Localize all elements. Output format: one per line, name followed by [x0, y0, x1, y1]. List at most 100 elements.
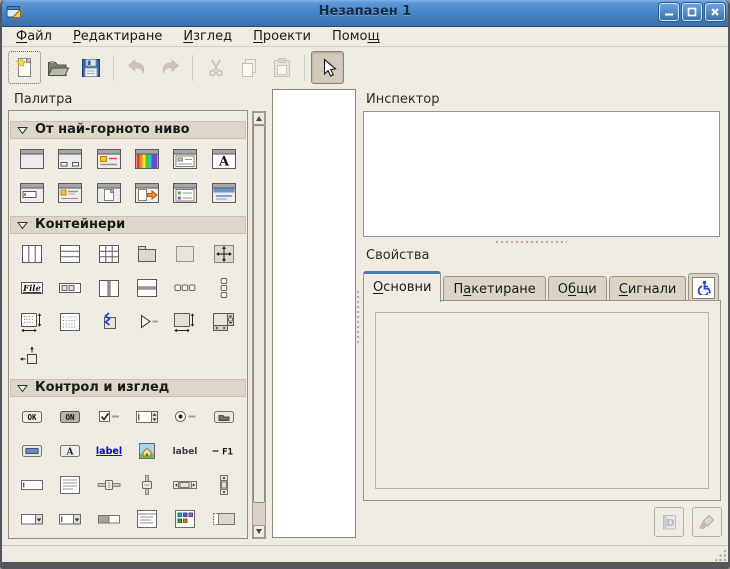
palette-item-icon-view[interactable]	[166, 506, 204, 532]
palette-item-vbox[interactable]	[51, 241, 89, 267]
palette-item-menubar[interactable]: File	[13, 275, 51, 301]
palette-section-header-0[interactable]: От най-горното ниво	[10, 121, 246, 139]
palette-item-aspect-frame[interactable]	[166, 309, 204, 335]
color-selection-dialog-icon	[134, 148, 160, 170]
palette-item-radio-button[interactable]	[166, 404, 204, 430]
palette-item-hbuttonbox[interactable]	[166, 275, 204, 301]
close-button[interactable]	[705, 3, 725, 21]
palette-item-button[interactable]: OK	[13, 404, 51, 430]
palette-item-toolbar[interactable]	[51, 275, 89, 301]
palette-item-frame[interactable]	[166, 241, 204, 267]
palette-item-vbuttonbox[interactable]	[205, 275, 243, 301]
menu-проекти[interactable]: Проекти	[245, 28, 319, 45]
palette-item-image[interactable]	[128, 438, 166, 464]
palette-item-vscrollbar[interactable]	[205, 472, 243, 498]
palette-item-viewport[interactable]	[13, 309, 51, 335]
palette-item-link-button[interactable]: label	[90, 438, 128, 464]
image-icon	[134, 440, 160, 462]
palette-item-save-as-dialog[interactable]	[128, 180, 166, 206]
palette-item-window[interactable]	[13, 146, 51, 172]
palette-item-vpaned[interactable]	[128, 275, 166, 301]
scroll-up-button[interactable]	[253, 112, 265, 125]
titlebar[interactable]: Незапазен 1	[0, 0, 730, 27]
palette-item-hscrollbar[interactable]	[166, 472, 204, 498]
palette-section-header-1[interactable]: Контейнери	[10, 216, 246, 234]
tab-basics[interactable]: Основни	[363, 271, 441, 302]
cut-button[interactable]	[199, 51, 232, 84]
color-button-icon	[19, 440, 45, 462]
splitter-grip-vertical[interactable]	[356, 290, 362, 345]
minimize-button[interactable]	[659, 3, 679, 21]
palette-item-app-window[interactable]	[205, 180, 243, 206]
menu-редактиране[interactable]: Редактиране	[65, 28, 170, 45]
palette-item-hbox[interactable]	[13, 241, 51, 267]
paintbrush-button[interactable]	[692, 507, 722, 537]
palette-item-tree-view[interactable]	[128, 506, 166, 532]
spin-button-icon	[134, 406, 160, 428]
palette-item-table[interactable]	[90, 241, 128, 267]
palette-item-vscale[interactable]	[128, 472, 166, 498]
palette-item-font-button[interactable]: A	[51, 438, 89, 464]
palette-section-header-2[interactable]: Контрол и изглед	[10, 379, 246, 397]
tab-packing[interactable]: Пакетиране	[443, 276, 545, 301]
palette-item-spin-button[interactable]	[128, 404, 166, 430]
palette-item-hscale[interactable]	[90, 472, 128, 498]
open-button[interactable]	[41, 51, 74, 84]
maximize-button[interactable]	[682, 3, 702, 21]
radio-button-icon	[172, 406, 198, 428]
palette-item-toggle-button[interactable]: ON	[51, 404, 89, 430]
paste-button[interactable]	[265, 51, 298, 84]
palette-item-label[interactable]: label	[166, 438, 204, 464]
palette-item-list[interactable]	[205, 506, 243, 532]
palette-item-option-menu[interactable]	[205, 404, 243, 430]
palette-item-alignment[interactable]	[13, 343, 51, 369]
palette-item-check-button[interactable]	[90, 404, 128, 430]
devhelp-button[interactable]: D	[654, 507, 684, 537]
palette-scrollbar[interactable]	[252, 111, 266, 539]
palette-item-accel-label[interactable]: F1	[205, 438, 243, 464]
splitter-grip-horizontal[interactable]	[495, 240, 567, 246]
palette-item-combo-box-entry[interactable]	[51, 506, 89, 532]
palette-item-text-view[interactable]	[51, 472, 89, 498]
tab-common[interactable]: Общи	[548, 276, 607, 301]
palette-item-combo-box[interactable]	[13, 506, 51, 532]
new-button[interactable]	[8, 51, 41, 84]
palette-item-color-button[interactable]	[13, 438, 51, 464]
palette-item-handlebox[interactable]	[90, 309, 128, 335]
palette-item-entry[interactable]	[13, 472, 51, 498]
palette-item-layout[interactable]	[51, 309, 89, 335]
redo-button[interactable]	[153, 51, 186, 84]
save-button[interactable]	[74, 51, 107, 84]
palette-item-page-dialog[interactable]	[90, 180, 128, 206]
scroll-down-button[interactable]	[253, 525, 265, 538]
palette-item-notebook[interactable]	[128, 241, 166, 267]
palette-item-expander[interactable]	[128, 309, 166, 335]
palette-item-hpaned[interactable]	[90, 275, 128, 301]
inspector-view[interactable]	[363, 111, 720, 237]
palette-item-scrolled-window[interactable]	[205, 309, 243, 335]
menu-изглед[interactable]: Изглед	[175, 28, 240, 45]
menu-файл[interactable]: Файл	[8, 28, 60, 45]
svg-text:File: File	[22, 284, 41, 294]
palette-item-input-dialog[interactable]	[13, 180, 51, 206]
palette-item-message-dialog[interactable]	[90, 146, 128, 172]
copy-button[interactable]	[232, 51, 265, 84]
tab-signals[interactable]: Сигнали	[609, 276, 687, 301]
palette-item-about-dialog[interactable]	[51, 180, 89, 206]
palette-item-progress-bar[interactable]	[90, 506, 128, 532]
palette-item-font-selection-dialog[interactable]: A	[205, 146, 243, 172]
palette-item-file-selection-dialog[interactable]	[166, 146, 204, 172]
palette-item-fixed[interactable]	[205, 241, 243, 267]
menu-помощ[interactable]: Помощ	[324, 28, 388, 45]
design-canvas[interactable]	[272, 89, 356, 538]
palette-item-list-dialog[interactable]	[166, 180, 204, 206]
palette-item-color-selection-dialog[interactable]	[128, 146, 166, 172]
resize-grip[interactable]	[714, 549, 726, 561]
palette-item-dialog[interactable]	[51, 146, 89, 172]
expander-triangle-icon	[17, 221, 28, 230]
undo-button[interactable]	[120, 51, 153, 84]
tab-accessibility[interactable]	[688, 273, 719, 301]
hpaned-icon	[96, 277, 122, 299]
scrollbar-thumb[interactable]	[253, 125, 265, 503]
selector-button[interactable]	[311, 51, 344, 84]
